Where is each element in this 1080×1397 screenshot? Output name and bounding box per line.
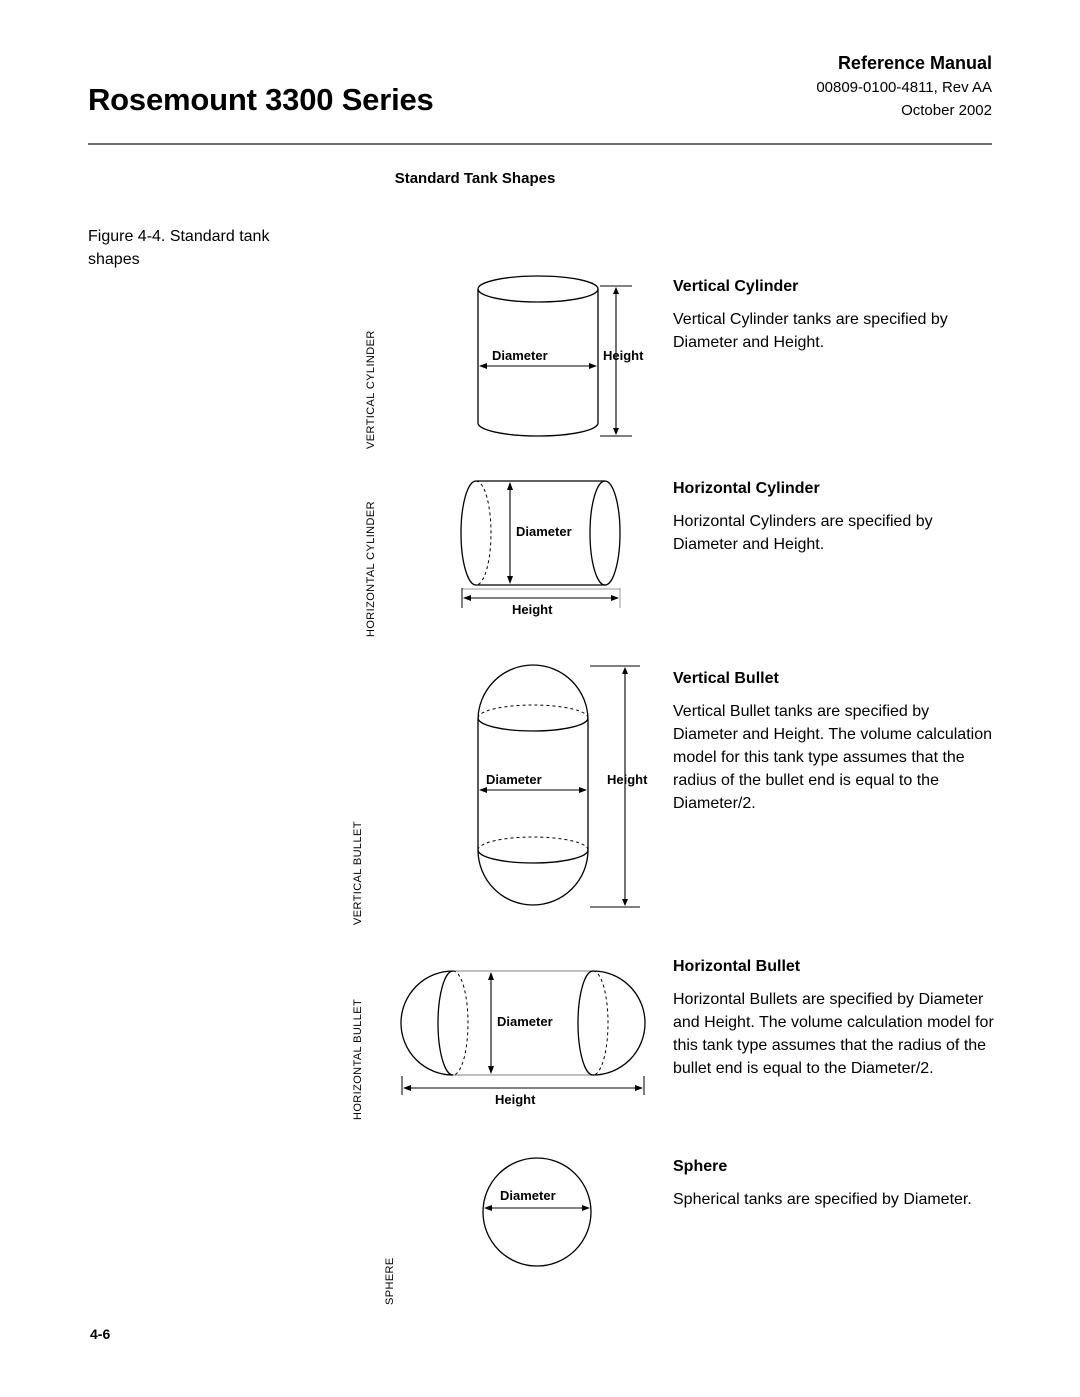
shape-body: Spherical tanks are specified by Diamete… [673,1191,972,1208]
shape-body: Vertical Bullet tanks are specified by D… [673,703,992,812]
category-label-horizontal-bullet: HORIZONTAL BULLET [352,998,364,1120]
sphere-drawing [482,1157,592,1267]
shape-title: Vertical Cylinder [673,278,799,295]
dimension-label-diameter: Diameter [492,348,548,363]
description-vertical-cylinder: Vertical Cylinder Vertical Cylinder tank… [673,278,998,354]
description-vertical-bullet: Vertical Bullet Vertical Bullet tanks ar… [673,670,998,815]
document-number: 00809-0100-4811, Rev AA [816,79,992,96]
section-heading: Standard Tank Shapes [394,170,556,187]
horizontal-cylinder-drawing [460,480,621,608]
page-number: 4-6 [90,1326,111,1342]
document-date: October 2002 [901,102,992,119]
document-title: Rosemount 3300 Series [88,82,434,117]
category-label-horizontal-cylinder: HORIZONTAL CYLINDER [365,501,377,637]
category-label-vertical-bullet: VERTICAL BULLET [352,821,364,925]
shape-title: Sphere [673,1158,728,1175]
description-sphere: Sphere Spherical tanks are specified by … [673,1158,998,1211]
dimension-label-diameter: Diameter [497,1014,553,1029]
diagram-vertical-cylinder: Diameter Height [460,268,670,453]
description-horizontal-bullet: Horizontal Bullet Horizontal Bullets are… [673,958,998,1080]
figure-caption: Figure 4-4. Standard tank shapes [88,228,270,268]
dimension-label-diameter: Diameter [486,772,542,787]
description-horizontal-cylinder: Horizontal Cylinder Horizontal Cylinders… [673,480,998,556]
category-label-vertical-cylinder: VERTICAL CYLINDER [365,330,377,449]
dimension-label-height: Height [495,1092,536,1107]
dimension-label-height: Height [512,602,553,617]
category-label-sphere: SPHERE [384,1257,396,1305]
header-divider [88,143,992,145]
shape-title: Horizontal Bullet [673,958,801,975]
diagram-horizontal-cylinder: Diameter Height [448,472,668,622]
dimension-label-diameter: Diameter [500,1188,556,1203]
shape-body: Horizontal Cylinders are specified by Di… [673,513,933,553]
shape-body: Vertical Cylinder tanks are specified by… [673,311,948,351]
header-meta: Reference Manual 00809-0100-4811, Rev AA… [816,50,992,122]
page-header: Rosemount 3300 Series Reference Manual 0… [88,50,992,145]
shape-title: Horizontal Cylinder [673,480,820,497]
dimension-label-diameter: Diameter [516,524,572,539]
diagram-horizontal-bullet: Diameter Height [396,962,658,1117]
dimension-label-height: Height [603,348,644,363]
diagram-sphere: Diameter [480,1155,605,1275]
diagram-vertical-bullet: Diameter Height [460,660,675,920]
dimension-label-height: Height [607,772,648,787]
vertical-bullet-drawing [477,664,640,908]
shape-title: Vertical Bullet [673,670,779,687]
shape-body: Horizontal Bullets are specified by Diam… [673,991,994,1077]
manual-type-label: Reference Manual [837,53,992,73]
